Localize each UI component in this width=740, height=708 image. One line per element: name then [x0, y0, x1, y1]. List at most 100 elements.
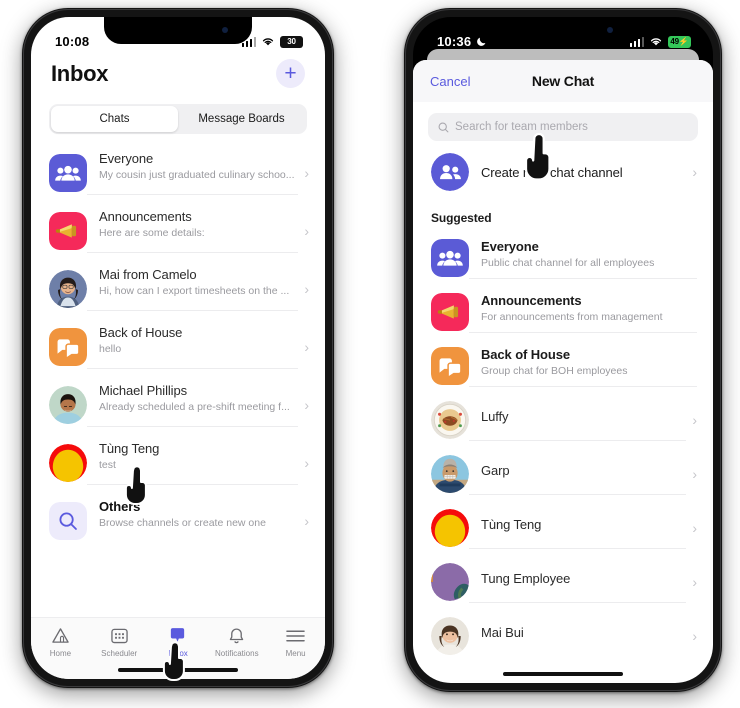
- suggested-row-body: Tùng Teng: [469, 507, 687, 549]
- chat-row-back-of-house[interactable]: Back of House hello ›: [31, 318, 325, 376]
- suggested-row-body: Announcements For announcements from man…: [469, 291, 697, 333]
- chevron-right-icon: ›: [304, 339, 309, 355]
- chat-preview: My cousin just graduated culinary schoo.…: [99, 169, 295, 181]
- home-indicator: [118, 668, 238, 672]
- avatar-mai-from-camelo: [49, 270, 87, 308]
- suggested-section-header: Suggested: [431, 211, 492, 225]
- suggested-row-announcements[interactable]: Announcements For announcements from man…: [413, 285, 713, 339]
- chat-row-mai-from-camelo[interactable]: Mai from Camelo Hi, how can I export tim…: [31, 260, 325, 318]
- status-left: 10:36: [437, 34, 487, 49]
- chat-row-everyone[interactable]: Everyone My cousin just graduated culina…: [31, 144, 325, 202]
- wifi-icon: [650, 38, 662, 46]
- group-icon: [431, 239, 469, 277]
- suggested-name: Tung Employee: [481, 570, 571, 586]
- suggested-row-body: Garp: [469, 453, 687, 495]
- suggested-name: Announcements: [481, 293, 582, 308]
- phone-left: 10:08 30 Inbox + Chats Message Boards Ev…: [22, 8, 334, 688]
- battery-level: 49: [670, 37, 679, 46]
- chat-row-body: Others Browse channels or create new one: [87, 499, 298, 543]
- chat-name: Mai from Camelo: [99, 267, 197, 282]
- tab-notifications[interactable]: Notifications: [207, 626, 266, 658]
- suggested-row-body: Tung Employee: [469, 561, 687, 603]
- suggested-name: Luffy: [481, 408, 509, 424]
- chat-row-announcements[interactable]: Announcements Here are some details: ›: [31, 202, 325, 260]
- tab-home[interactable]: Home: [31, 626, 90, 658]
- suggested-row-tung-employee[interactable]: Tung Employee ›: [413, 555, 713, 609]
- search-icon: [49, 502, 87, 540]
- group-icon: [49, 154, 87, 192]
- chat-row-others[interactable]: Others Browse channels or create new one…: [31, 492, 325, 550]
- chevron-right-icon: ›: [692, 164, 697, 180]
- suggested-name: Everyone: [481, 239, 539, 254]
- suggested-row-back-of-house[interactable]: Back of House Group chat for BOH employe…: [413, 339, 713, 393]
- chat-row-body: Everyone My cousin just graduated culina…: [87, 151, 299, 195]
- home-icon: [51, 626, 70, 645]
- cancel-button[interactable]: Cancel: [430, 74, 470, 89]
- tab-label: Inbox: [168, 649, 188, 658]
- hamburger-menu-icon: [286, 626, 305, 645]
- phone-left-screen: 10:08 30 Inbox + Chats Message Boards Ev…: [31, 17, 325, 679]
- suggested-desc: Group chat for BOH employees: [481, 365, 628, 377]
- notch: [104, 17, 252, 44]
- avatar-garp: [431, 455, 469, 493]
- status-time: 10:08: [55, 34, 90, 49]
- chat-preview: Here are some details:: [99, 227, 205, 239]
- calendar-icon: [110, 626, 128, 645]
- new-chat-button[interactable]: +: [276, 59, 305, 88]
- megaphone-icon: [49, 212, 87, 250]
- sheet-title: New Chat: [531, 73, 595, 89]
- avatar-mai-bui: [431, 617, 469, 655]
- chat-row-body: Mai from Camelo Hi, how can I export tim…: [87, 267, 299, 311]
- suggested-row-mai-bui[interactable]: Mai Bui ›: [413, 609, 713, 663]
- inbox-header: Inbox +: [31, 57, 325, 88]
- chat-preview: Hi, how can I export timesheets on the .…: [99, 285, 290, 297]
- avatar-tung-employee: [431, 563, 469, 601]
- suggested-row-garp[interactable]: Garp ›: [413, 447, 713, 501]
- chat-bubbles-icon: [431, 347, 469, 385]
- battery-charging-icon: 49 ⚡: [668, 35, 694, 48]
- avatar-michael-phillips: [49, 386, 87, 424]
- chat-row-michael-phillips[interactable]: Michael Phillips Already scheduled a pre…: [31, 376, 325, 434]
- chat-row-tung-teng[interactable]: Tùng Teng test ›: [31, 434, 325, 492]
- chevron-right-icon: ›: [304, 397, 309, 413]
- tab-chats[interactable]: Chats: [51, 106, 178, 132]
- tab-label: Notifications: [215, 649, 259, 658]
- suggested-row-body: Luffy: [469, 399, 687, 441]
- avatar-luffy: [431, 401, 469, 439]
- front-camera: [607, 27, 613, 33]
- create-channel-label: Create new chat channel: [481, 164, 623, 180]
- avatar-tung-teng: [49, 444, 87, 482]
- suggested-row-tung-teng[interactable]: Tùng Teng ›: [413, 501, 713, 555]
- new-chat-sheet: Cancel New Chat Search for team members: [413, 60, 713, 683]
- chevron-right-icon: ›: [304, 513, 309, 529]
- chevron-right-icon: ›: [304, 281, 309, 297]
- sheet-nav-bar: Cancel New Chat: [413, 60, 713, 102]
- chat-name: Tùng Teng: [99, 441, 160, 456]
- suggested-row-body: Everyone Public chat channel for all emp…: [469, 237, 697, 279]
- chevron-right-icon: ›: [304, 165, 309, 181]
- tab-message-boards[interactable]: Message Boards: [178, 106, 305, 132]
- search-input[interactable]: Search for team members: [428, 113, 698, 141]
- suggested-desc: Public chat channel for all employees: [481, 257, 655, 269]
- tab-inbox[interactable]: Inbox: [149, 626, 208, 658]
- tab-scheduler[interactable]: Scheduler: [90, 626, 149, 658]
- chat-row-body: Back of House hello: [87, 325, 299, 369]
- tab-menu[interactable]: Menu: [266, 626, 325, 658]
- search-icon: [438, 122, 449, 132]
- status-icons: 49 ⚡: [629, 35, 694, 48]
- suggested-row-everyone[interactable]: Everyone Public chat channel for all emp…: [413, 231, 713, 285]
- chat-name: Others: [99, 499, 141, 514]
- phone-right-screen: 10:36 49 ⚡ Cancel New Chat Search for te…: [413, 17, 713, 683]
- chat-list: Everyone My cousin just graduated culina…: [31, 144, 325, 550]
- suggested-list: Everyone Public chat channel for all emp…: [413, 231, 713, 663]
- chat-name: Michael Phillips: [99, 383, 187, 398]
- create-new-chat-channel-row[interactable]: Create new chat channel ›: [413, 145, 713, 199]
- suggested-row-body: Mai Bui: [469, 615, 686, 657]
- status-icons: 30: [241, 35, 306, 48]
- suggested-desc: For announcements from management: [481, 311, 663, 323]
- suggested-row-luffy[interactable]: Luffy ›: [413, 393, 713, 447]
- chat-name: Everyone: [99, 151, 154, 166]
- screenshot-stage: 10:08 30 Inbox + Chats Message Boards Ev…: [0, 0, 740, 708]
- battery-icon: 30: [280, 35, 306, 48]
- battery-level: 30: [287, 37, 296, 46]
